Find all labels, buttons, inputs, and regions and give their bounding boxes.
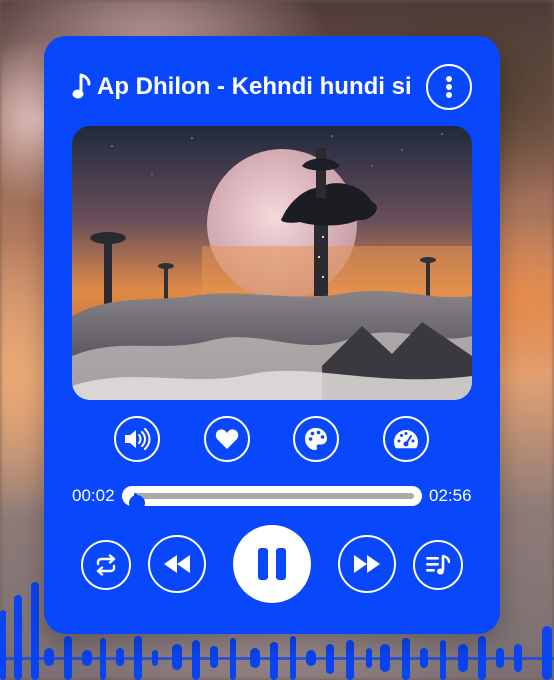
track-title: Ap Dhilon - Kehndi hundi si (97, 73, 412, 100)
speed-button[interactable] (383, 416, 429, 462)
speedometer-icon (394, 430, 418, 449)
progress-thumb[interactable] (129, 495, 146, 511)
previous-button[interactable] (148, 535, 206, 593)
repeat-button[interactable] (81, 540, 131, 590)
rewind-icon (164, 555, 190, 573)
more-vertical-icon (446, 76, 452, 98)
music-note-icon (72, 73, 91, 99)
favorite-button[interactable] (204, 416, 250, 462)
theme-button[interactable] (293, 416, 339, 462)
fast-forward-icon (354, 555, 380, 573)
menu-button[interactable] (426, 64, 472, 110)
duration: 02:56 (429, 486, 472, 505)
progress-track (129, 493, 414, 511)
playlist-button[interactable] (413, 540, 463, 590)
album-art (72, 126, 472, 400)
progress-bar[interactable] (122, 486, 422, 511)
music-player-card: Ap Dhilon - Kehndi hundi si 00:02 02:56 (44, 36, 500, 634)
title-bar: Ap Dhilon - Kehndi hundi si (72, 64, 472, 110)
current-time: 00:02 (72, 486, 115, 505)
repeat-icon (96, 554, 116, 576)
playlist-icon (426, 554, 451, 575)
next-button[interactable] (338, 535, 396, 593)
volume-button[interactable] (114, 416, 160, 462)
heart-icon (215, 429, 239, 449)
palette-icon (305, 428, 327, 450)
pause-icon (258, 548, 286, 580)
play-pause-button[interactable] (233, 525, 311, 603)
volume-icon (125, 428, 151, 450)
